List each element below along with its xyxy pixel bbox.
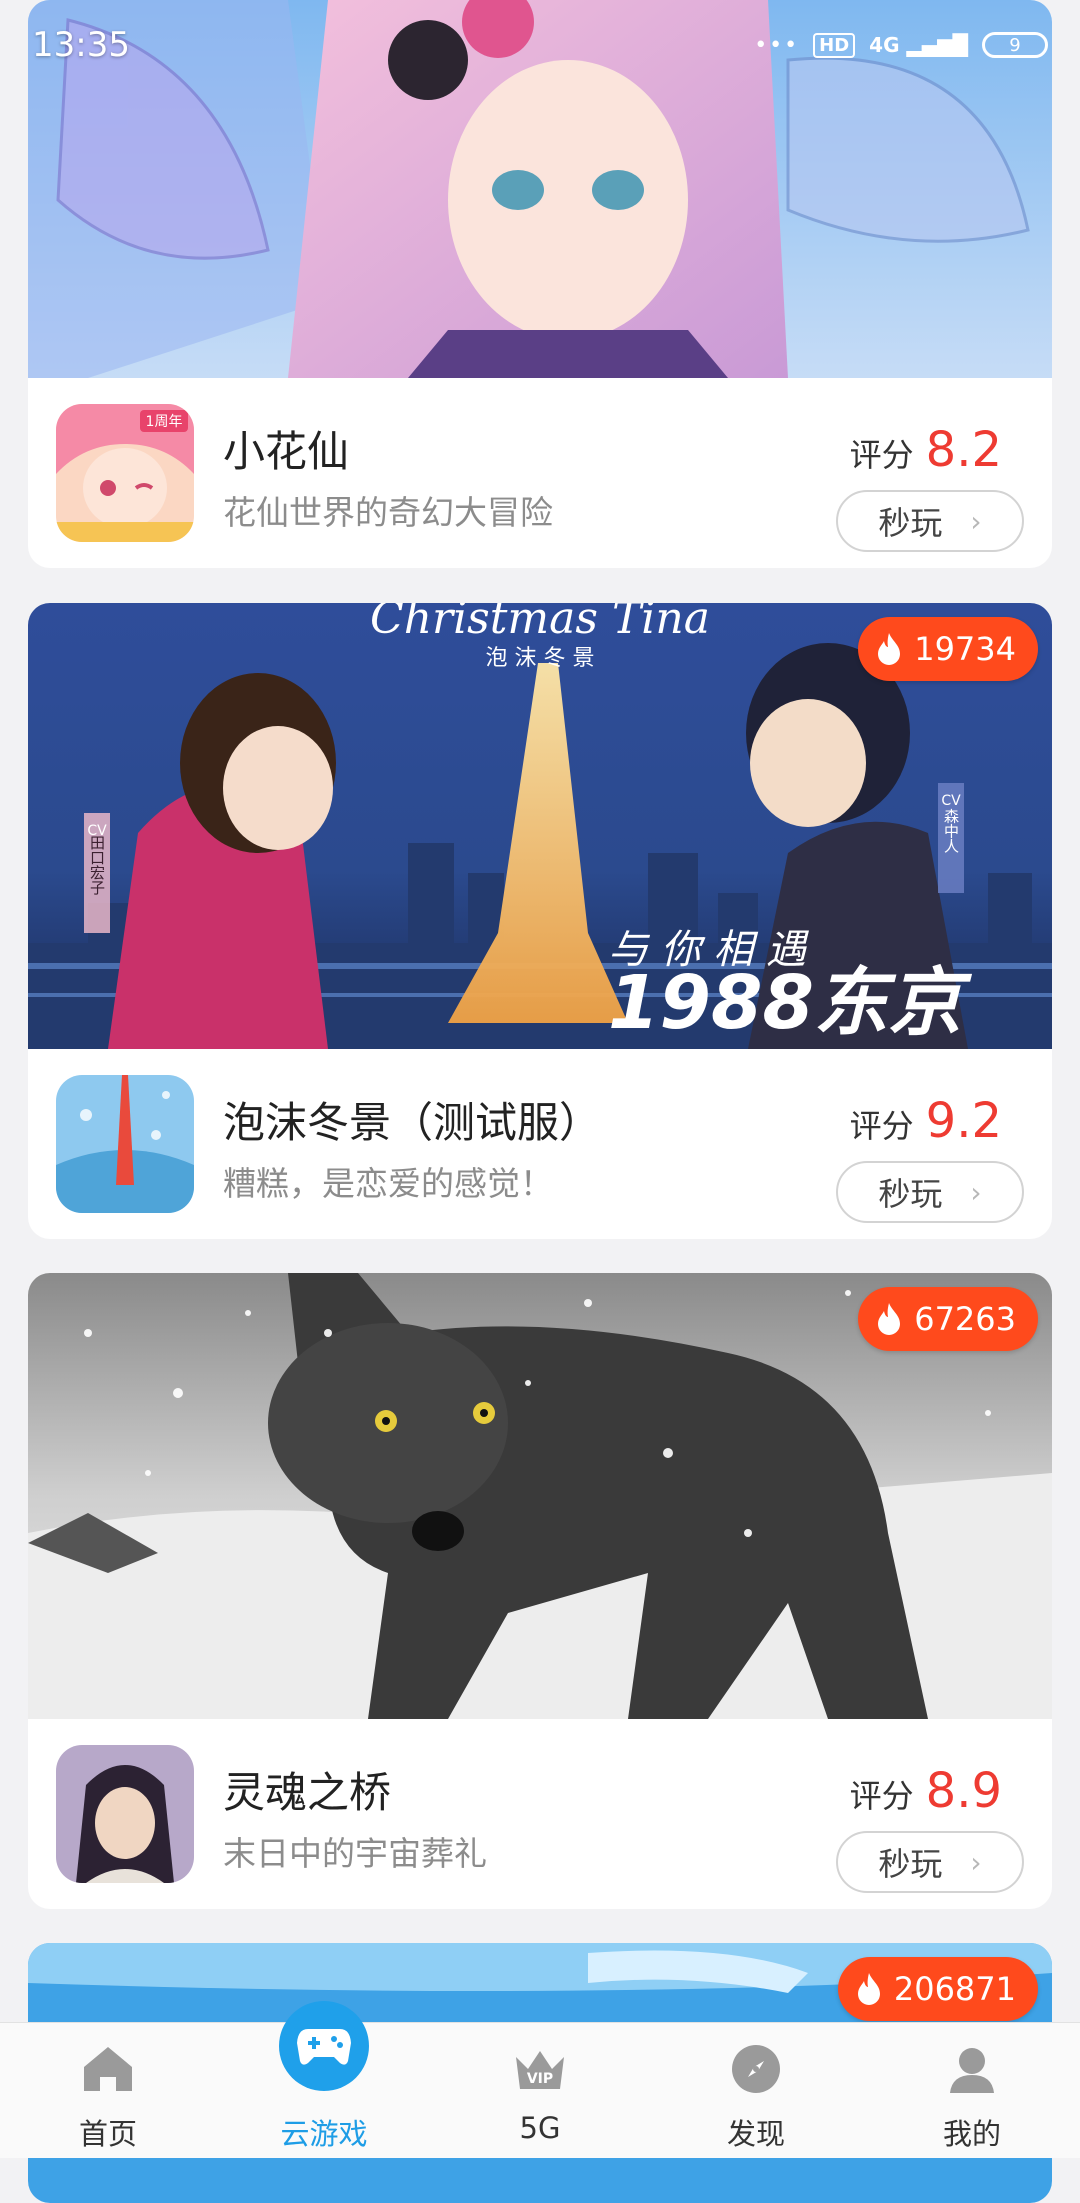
game-banner[interactable]: 67263 [28, 1273, 1052, 1719]
cv-right-label: CV [941, 793, 961, 809]
game-rating: 评分 8.9 [850, 1763, 1002, 1819]
flame-icon [857, 1973, 880, 2005]
home-icon [80, 2041, 136, 2097]
game-info: 1周年 小花仙 花仙世界的奇幻大冒险 评分 8.2 秒玩 › [28, 378, 1052, 568]
banner-script-title: Christmas Tina [370, 603, 710, 644]
tab-label: 首页 [78, 2117, 137, 2151]
rating-label: 评分 [849, 1107, 914, 1145]
banner-slogan-main: 1988东京 [608, 960, 973, 1046]
rating-label: 评分 [849, 1777, 914, 1815]
game-card[interactable]: Christmas Tina 泡 沫 冬 景 与 你 相 遇 1988东京 CV… [28, 603, 1052, 1239]
tab-home[interactable]: 首页 [0, 2023, 216, 2158]
rating-value: 8.2 [925, 422, 1002, 478]
popularity-badge: 19734 [858, 617, 1038, 681]
icon-anniversary-text: 1周年 [146, 414, 183, 430]
vip-crown-icon: VIP [512, 2041, 568, 2097]
tab-label: 5G [519, 2111, 561, 2145]
discover-icon [728, 2041, 784, 2097]
game-rating: 评分 8.2 [850, 422, 1002, 478]
battery-level: 9 [1009, 34, 1021, 56]
tab-cloud-games[interactable]: 云游戏 [216, 2001, 432, 2158]
signal-icon: 4G ▂▄▆█ [869, 33, 968, 57]
game-icon-linghunzhiqiao[interactable] [56, 1745, 194, 1883]
chevron-right-icon: › [970, 504, 982, 538]
play-button-label: 秒玩 [878, 1845, 943, 1883]
chevron-right-icon: › [970, 1845, 982, 1879]
battery-icon: 9 [982, 32, 1048, 58]
cv-left-name: 田口宏子 [88, 835, 106, 895]
game-subtitle: 糟糕，是恋爱的感觉！ [223, 1164, 553, 1203]
gamepad-icon [279, 2001, 369, 2091]
notification-dots-icon: ••• [754, 32, 800, 58]
flame-icon [878, 1303, 901, 1335]
play-button-label: 秒玩 [878, 504, 943, 542]
game-subtitle: 末日中的宇宙葬礼 [223, 1834, 487, 1873]
game-title: 小花仙 [223, 427, 350, 476]
banner-cn-title: 泡 沫 冬 景 [486, 646, 595, 671]
status-time: 13:35 [32, 25, 130, 65]
tab-5g[interactable]: VIP 5G [432, 2023, 648, 2158]
popularity-badge: 67263 [858, 1287, 1038, 1351]
game-info: 泡沫冬景（测试服） 糟糕，是恋爱的感觉！ 评分 9.2 秒玩 › [28, 1049, 1052, 1239]
game-rating: 评分 9.2 [850, 1093, 1002, 1149]
game-title: 灵魂之桥 [223, 1768, 392, 1817]
profile-icon [944, 2041, 1000, 2097]
game-info: 灵魂之桥 末日中的宇宙葬礼 评分 8.9 秒玩 › [28, 1719, 1052, 1909]
tab-label: 云游戏 [280, 2117, 368, 2151]
game-card[interactable]: 67263 灵魂之桥 末日中的宇宙葬礼 评分 8.9 秒玩 › [28, 1273, 1052, 1909]
popularity-count: 206871 [893, 1970, 1016, 2008]
flame-icon [878, 633, 901, 665]
chevron-right-icon: › [970, 1175, 982, 1209]
cv-right-name: 森中人 [942, 809, 960, 854]
rating-label: 评分 [849, 436, 914, 474]
game-icon-xiaohuaxian[interactable]: 1周年 [56, 404, 194, 542]
instant-play-button[interactable]: 秒玩 › [836, 1161, 1024, 1223]
popularity-count: 19734 [914, 630, 1016, 668]
status-indicators: ••• HD 4G ▂▄▆█ 9 [754, 32, 1048, 58]
tab-label: 我的 [942, 2117, 1001, 2151]
game-banner[interactable]: Christmas Tina 泡 沫 冬 景 与 你 相 遇 1988东京 CV… [28, 603, 1052, 1049]
rating-value: 8.9 [925, 1763, 1002, 1819]
signal-label: 4G [869, 33, 900, 57]
bottom-tab-bar: 首页 云游戏 VIP 5G 发现 我的 [0, 2001, 1080, 2158]
game-subtitle: 花仙世界的奇幻大冒险 [223, 493, 553, 532]
status-bar: 13:35 ••• HD 4G ▂▄▆█ 9 [0, 0, 1080, 90]
rating-value: 9.2 [925, 1093, 1002, 1149]
instant-play-button[interactable]: 秒玩 › [836, 1831, 1024, 1893]
tab-profile[interactable]: 我的 [864, 2023, 1080, 2158]
game-title: 泡沫冬景（测试服） [223, 1098, 602, 1147]
popularity-badge: 206871 [837, 1957, 1038, 2021]
hd-badge: HD [813, 32, 856, 58]
tab-label: 发现 [726, 2117, 785, 2151]
tab-discover[interactable]: 发现 [648, 2023, 864, 2158]
popularity-count: 67263 [914, 1300, 1016, 1338]
play-button-label: 秒玩 [878, 1175, 943, 1213]
instant-play-button[interactable]: 秒玩 › [836, 490, 1024, 552]
game-icon-paomodongjing[interactable] [56, 1075, 194, 1213]
vip-text: VIP [527, 2071, 553, 2087]
